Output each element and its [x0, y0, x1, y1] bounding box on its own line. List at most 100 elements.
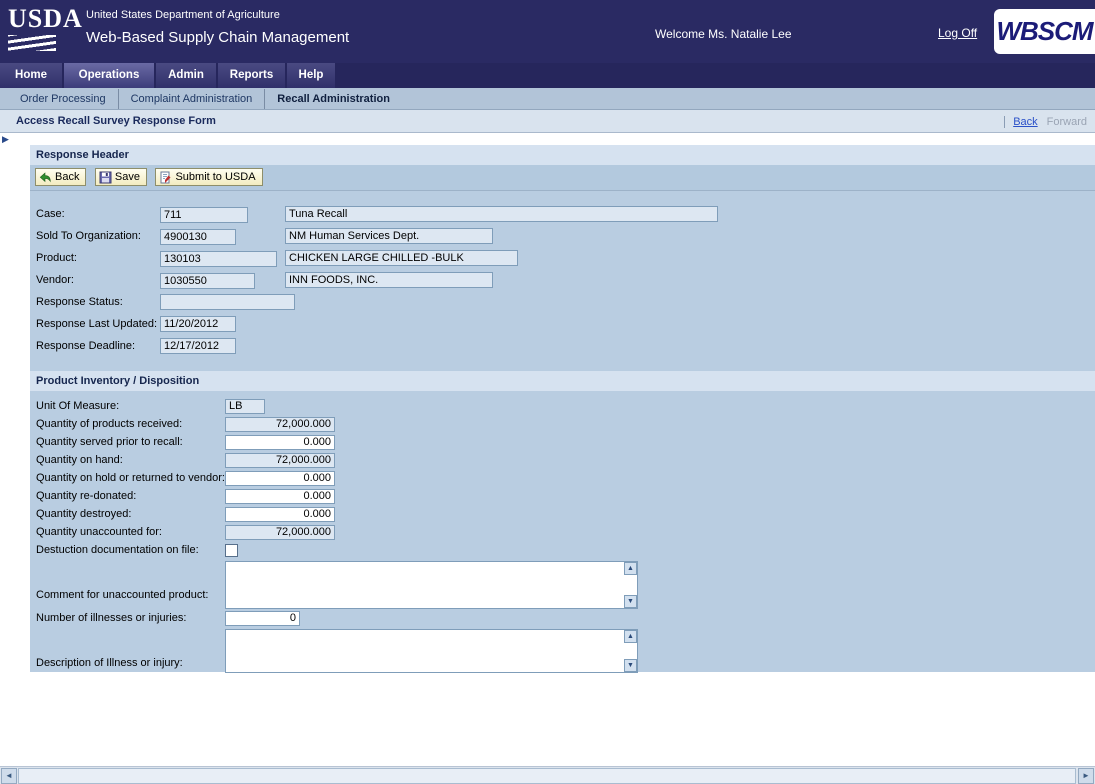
field-row-qty-received: Quantity of products received: [30, 415, 1095, 433]
deadline-field[interactable] [160, 338, 236, 354]
save-button[interactable]: Save [95, 168, 147, 186]
scroll-right-icon[interactable]: ► [1078, 768, 1094, 784]
qty-served-label: Quantity served prior to recall: [36, 436, 225, 448]
scroll-left-icon[interactable]: ◄ [1, 768, 17, 784]
qty-on-hold-field[interactable] [225, 471, 335, 486]
field-row-qty-redonated: Quantity re-donated: [30, 487, 1095, 505]
qty-unaccounted-field[interactable] [225, 525, 335, 540]
field-row-qty-on-hand: Quantity on hand: [30, 451, 1095, 469]
description-scroll-down-icon[interactable]: ▼ [624, 659, 637, 672]
vendor-code-field[interactable] [160, 273, 255, 289]
history-back-link[interactable]: Back [1013, 116, 1037, 128]
field-row-product: Product: [30, 247, 1095, 269]
subnav-complaint-administration[interactable]: Complaint Administration [118, 89, 265, 109]
destruction-doc-checkbox[interactable] [225, 544, 238, 557]
usda-flag-stripes-icon [8, 35, 56, 51]
response-status-label: Response Status: [36, 296, 160, 308]
save-floppy-icon [99, 171, 112, 184]
deadline-label: Response Deadline: [36, 340, 160, 352]
qty-unaccounted-label: Quantity unaccounted for: [36, 526, 225, 538]
separator [1004, 116, 1005, 128]
last-updated-field[interactable] [160, 316, 236, 332]
field-row-illnesses: Number of illnesses or injuries: [30, 609, 1095, 627]
case-code-field[interactable] [160, 207, 248, 223]
sub-nav-bar: Order Processing Complaint Administratio… [0, 88, 1095, 110]
tab-home[interactable]: Home [0, 63, 62, 88]
qty-destroyed-label: Quantity destroyed: [36, 508, 225, 520]
comment-scroll-up-icon[interactable]: ▲ [624, 562, 637, 575]
unit-of-measure-field[interactable] [225, 399, 265, 414]
usda-logo: USDA [8, 5, 80, 57]
field-row-case: Case: [30, 203, 1095, 225]
qty-received-field[interactable] [225, 417, 335, 432]
submit-button-label: Submit to USDA [175, 171, 255, 183]
back-button-label: Back [55, 171, 79, 183]
submit-form-icon [159, 171, 172, 184]
qty-on-hold-label: Quantity on hold or returned to vendor: [36, 472, 225, 484]
case-name-field[interactable] [285, 206, 718, 222]
history-forward-link-disabled: Forward [1047, 116, 1087, 128]
field-row-response-status: Response Status: [30, 291, 1095, 313]
main-tab-bar: Home Operations Admin Reports Help [0, 63, 1095, 88]
tab-reports[interactable]: Reports [218, 63, 285, 88]
qty-redonated-label: Quantity re-donated: [36, 490, 225, 502]
product-code-field[interactable] [160, 251, 277, 267]
section-response-header: Response Header [30, 145, 1095, 165]
qty-destroyed-field[interactable] [225, 507, 335, 522]
history-nav: Back Forward [1004, 110, 1087, 133]
back-button[interactable]: Back [35, 168, 86, 186]
section-inventory-disposition: Product Inventory / Disposition [30, 371, 1095, 391]
usda-logo-text: USDA [8, 5, 80, 33]
field-row-qty-served: Quantity served prior to recall: [30, 433, 1095, 451]
page-title: Access Recall Survey Response Form [16, 110, 216, 133]
wbscm-logo: WBSCM [994, 9, 1095, 54]
qty-redonated-field[interactable] [225, 489, 335, 504]
field-row-qty-unaccounted: Quantity unaccounted for: [30, 523, 1095, 541]
comment-textarea[interactable] [225, 561, 638, 609]
panel-collapse-arrow-icon[interactable]: ▶ [2, 134, 9, 145]
illnesses-label: Number of illnesses or injuries: [36, 612, 225, 624]
tab-operations[interactable]: Operations [64, 63, 154, 88]
tab-admin[interactable]: Admin [156, 63, 216, 88]
qty-on-hand-field[interactable] [225, 453, 335, 468]
comment-label: Comment for unaccounted product: [36, 589, 225, 609]
description-label: Description of Illness or injury: [36, 657, 225, 673]
department-line: United States Department of Agriculture [86, 9, 349, 21]
description-scroll-up-icon[interactable]: ▲ [624, 630, 637, 643]
field-row-comment: Comment for unaccounted product: ▲ ▼ [30, 561, 1095, 609]
tab-help[interactable]: Help [287, 63, 335, 88]
qty-served-field[interactable] [225, 435, 335, 450]
save-button-label: Save [115, 171, 140, 183]
form-toolbar: Back Save Submit to USDA [30, 165, 1095, 191]
top-header: USDA United States Department of Agricul… [0, 0, 1095, 63]
header-titles: United States Department of Agriculture … [86, 9, 349, 46]
recall-response-panel: Response Header Back Save Submit to USDA… [30, 145, 1095, 672]
subnav-recall-administration[interactable]: Recall Administration [264, 89, 402, 109]
destruction-doc-label: Destuction documentation on file: [36, 544, 225, 556]
page-title-bar: Access Recall Survey Response Form Back … [0, 110, 1095, 133]
qty-on-hand-label: Quantity on hand: [36, 454, 225, 466]
scrollbar-thumb[interactable] [18, 768, 1076, 784]
subnav-order-processing[interactable]: Order Processing [8, 89, 118, 109]
application-title: Web-Based Supply Chain Management [86, 29, 349, 46]
horizontal-scrollbar[interactable]: ◄ ► [0, 766, 1095, 784]
illnesses-field[interactable] [225, 611, 300, 626]
product-label: Product: [36, 252, 160, 264]
welcome-text: Welcome Ms. Natalie Lee [655, 27, 792, 41]
log-off-link[interactable]: Log Off [938, 26, 977, 40]
qty-received-label: Quantity of products received: [36, 418, 225, 430]
sold-to-name-field[interactable] [285, 228, 493, 244]
comment-scroll-down-icon[interactable]: ▼ [624, 595, 637, 608]
vendor-label: Vendor: [36, 274, 160, 286]
field-row-destruction-doc: Destuction documentation on file: [30, 541, 1095, 559]
product-name-field[interactable] [285, 250, 518, 266]
vendor-name-field[interactable] [285, 272, 493, 288]
sold-to-code-field[interactable] [160, 229, 236, 245]
field-row-qty-destroyed: Quantity destroyed: [30, 505, 1095, 523]
field-row-vendor: Vendor: [30, 269, 1095, 291]
submit-to-usda-button[interactable]: Submit to USDA [155, 168, 262, 186]
description-textarea[interactable] [225, 629, 638, 673]
sold-to-label: Sold To Organization: [36, 230, 160, 242]
response-status-field[interactable] [160, 294, 295, 310]
screen: USDA United States Department of Agricul… [0, 0, 1095, 784]
